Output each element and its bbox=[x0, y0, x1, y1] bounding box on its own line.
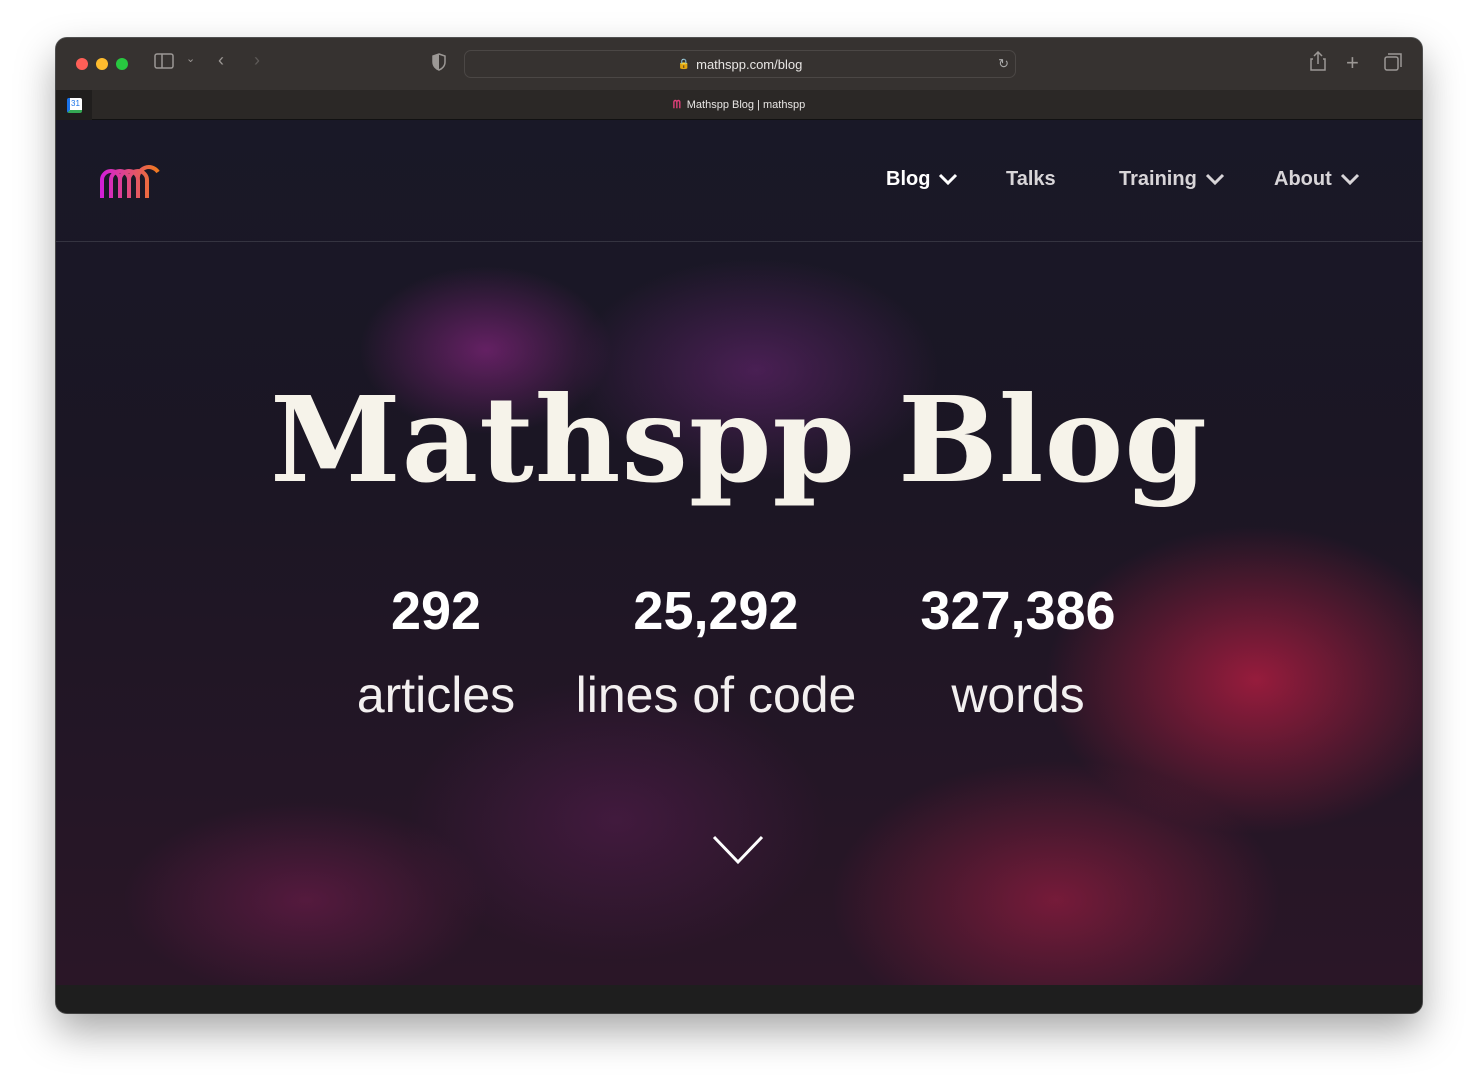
chevron-down-icon[interactable]: ⌄ bbox=[186, 52, 195, 65]
page-title: Mathspp Blog bbox=[270, 370, 1208, 509]
address-bar[interactable]: 🔒 mathspp.com/blog ↻ bbox=[464, 50, 1016, 78]
stat-lines-of-code: 25,292 lines of code bbox=[556, 580, 876, 724]
calendar-icon: 31 bbox=[66, 97, 82, 113]
url-text: mathspp.com/blog bbox=[696, 56, 803, 72]
page-bottom-bar bbox=[56, 985, 1422, 1013]
favicon-mathspp-icon: ᗰ bbox=[672, 98, 681, 111]
stat-value: 327,386 bbox=[920, 581, 1116, 641]
back-icon[interactable]: ‹ bbox=[218, 50, 224, 71]
lock-icon: 🔒 bbox=[677, 58, 691, 70]
tab-bar: ᗰ Mathspp Blog | mathspp 31 bbox=[56, 90, 1422, 120]
shield-icon[interactable] bbox=[432, 53, 446, 76]
nav-talks-label: Talks bbox=[1006, 168, 1056, 190]
close-window-button[interactable] bbox=[76, 58, 88, 70]
tab-title: Mathspp Blog | mathspp bbox=[686, 99, 806, 111]
stat-label: lines of code bbox=[575, 667, 857, 723]
scroll-down-chevron-icon[interactable] bbox=[712, 835, 764, 870]
page-content: Blog Talks Training About Mathspp Blog 2… bbox=[56, 120, 1422, 985]
zoom-window-button[interactable] bbox=[116, 58, 128, 70]
sidebar-icon[interactable] bbox=[154, 52, 174, 75]
tab-overview-icon[interactable] bbox=[1384, 53, 1402, 76]
minimize-window-button[interactable] bbox=[96, 58, 108, 70]
nav-training[interactable]: Training bbox=[1119, 168, 1225, 191]
stat-label: articles bbox=[356, 667, 516, 723]
stat-articles: 292 articles bbox=[336, 580, 536, 724]
stat-label: words bbox=[951, 667, 1085, 723]
chevron-down-icon bbox=[938, 168, 958, 191]
nav-blog[interactable]: Blog bbox=[886, 168, 958, 191]
nav-about-label: About bbox=[1274, 168, 1332, 190]
forward-icon[interactable]: › bbox=[254, 50, 260, 71]
nav-training-label: Training bbox=[1119, 168, 1197, 190]
browser-window: ⌄ ‹ › 🔒 mathspp.com/blog ↻ + ᗰ Mathspp B… bbox=[56, 38, 1422, 1013]
tab-mathspp-blog[interactable]: ᗰ Mathspp Blog | mathspp bbox=[56, 90, 1422, 120]
stat-value: 25,292 bbox=[633, 581, 799, 641]
chevron-down-icon bbox=[1340, 168, 1360, 191]
pinned-tab-calendar[interactable]: 31 bbox=[56, 90, 92, 120]
nav-talks[interactable]: Talks bbox=[1006, 168, 1056, 191]
reload-icon[interactable]: ↻ bbox=[998, 56, 1009, 72]
chevron-down-icon bbox=[1205, 168, 1225, 191]
site-header: Blog Talks Training About bbox=[56, 120, 1422, 242]
browser-toolbar: ⌄ ‹ › 🔒 mathspp.com/blog ↻ + bbox=[56, 38, 1422, 90]
nav-blog-label: Blog bbox=[886, 168, 931, 190]
share-icon[interactable] bbox=[1310, 50, 1326, 76]
new-tab-icon[interactable]: + bbox=[1346, 50, 1359, 76]
site-logo[interactable] bbox=[98, 162, 162, 207]
stat-words: 327,386 words bbox=[896, 580, 1140, 724]
stat-value: 292 bbox=[390, 581, 482, 641]
nav-about[interactable]: About bbox=[1274, 168, 1360, 191]
